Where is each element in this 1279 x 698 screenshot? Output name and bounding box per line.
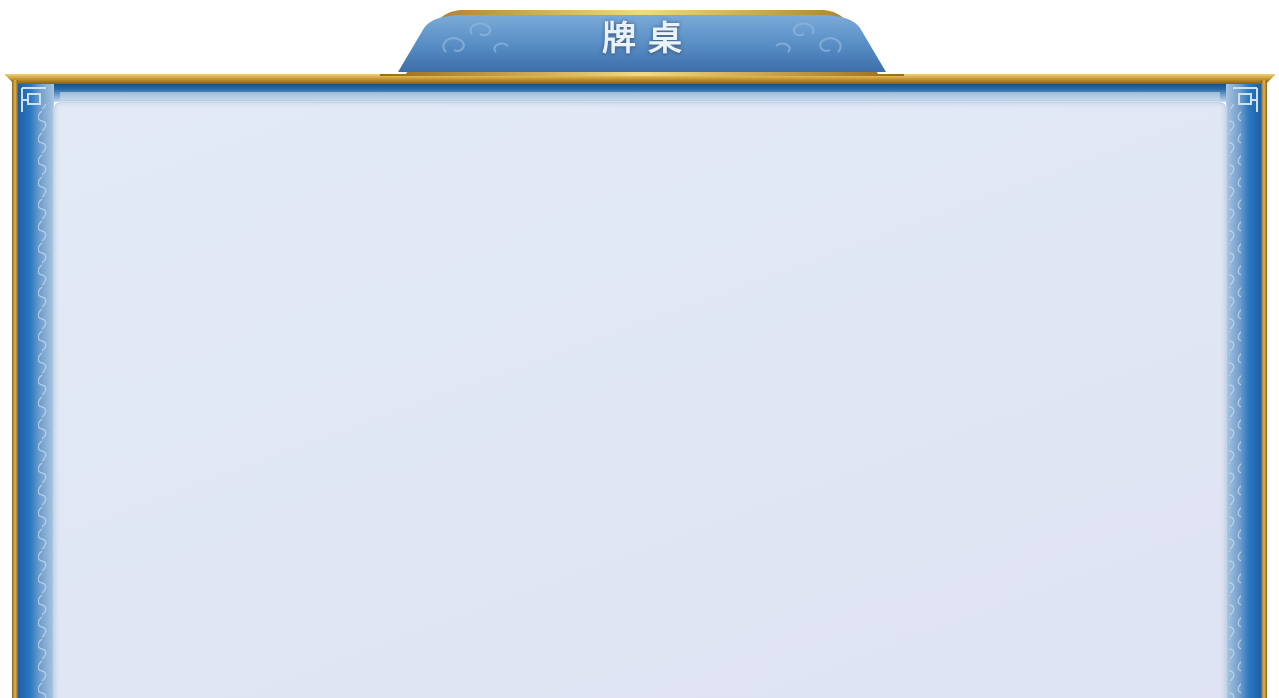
page-title: 牌桌 [602,19,694,59]
title-plaque: 牌桌 [376,4,908,76]
table-surface[interactable] [54,102,1226,698]
game-window: 牌桌 [0,0,1279,698]
